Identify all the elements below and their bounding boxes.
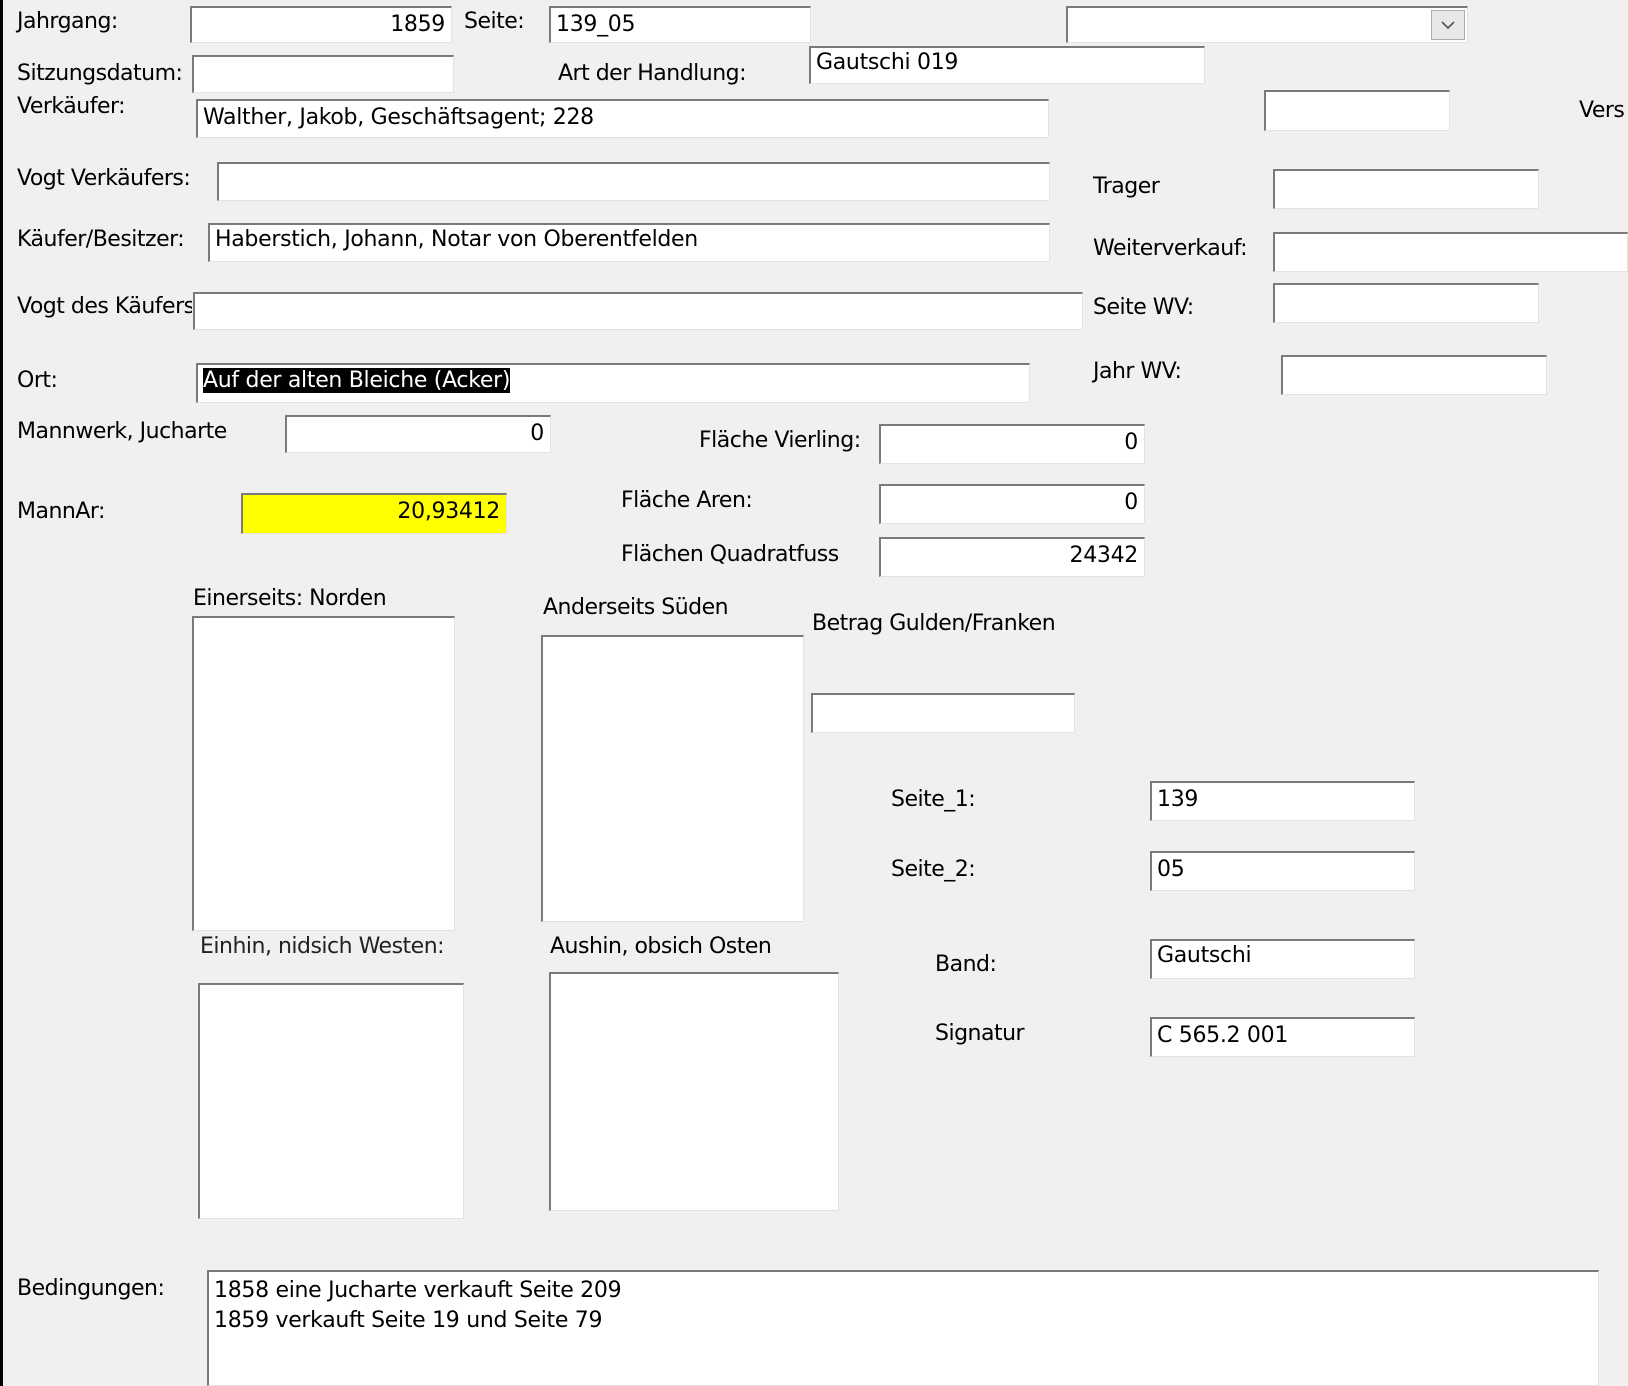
- jahr-wv-label: Jahr WV:: [1093, 359, 1182, 384]
- anderseits-sueden-label: Anderseits Süden: [543, 595, 729, 620]
- trager-field[interactable]: [1273, 169, 1539, 209]
- band-label: Band:: [935, 952, 997, 977]
- vogt-verkaeufers-field[interactable]: [217, 162, 1050, 201]
- vers-label: Vers: [1579, 98, 1625, 123]
- verkaeufer-field[interactable]: Walther, Jakob, Geschäftsagent; 228: [196, 99, 1049, 138]
- weiterverkauf-label: Weiterverkauf:: [1093, 236, 1248, 261]
- einerseits-norden-label: Einerseits: Norden: [193, 586, 387, 611]
- einerseits-norden-field[interactable]: [192, 616, 455, 931]
- seite-1-label: Seite_1:: [891, 787, 976, 812]
- kaeufer-besitzer-field[interactable]: Haberstich, Johann, Notar von Oberentfel…: [208, 223, 1050, 262]
- flaechen-quadratfuss-label: Flächen Quadratfuss: [621, 542, 839, 567]
- jahrgang-label: Jahrgang:: [17, 9, 118, 34]
- jahrgang-field[interactable]: 1859: [190, 6, 452, 43]
- flaeche-vierling-label: Fläche Vierling:: [699, 428, 861, 453]
- signatur-field[interactable]: C 565.2 001: [1150, 1017, 1415, 1057]
- vers-field[interactable]: [1264, 90, 1450, 131]
- einhin-westen-field[interactable]: [198, 983, 464, 1219]
- flaeche-aren-field[interactable]: 0: [879, 484, 1145, 524]
- seite-wv-label: Seite WV:: [1093, 295, 1194, 320]
- seite-1-field[interactable]: 139: [1150, 781, 1415, 821]
- vogt-des-kaeufers-label: Vogt des Käufers:: [17, 296, 192, 318]
- seite-2-field[interactable]: 05: [1150, 851, 1415, 891]
- bedingungen-field[interactable]: 1858 eine Jucharte verkauft Seite 209 18…: [207, 1270, 1599, 1386]
- sitzungsdatum-label: Sitzungsdatum:: [17, 61, 183, 86]
- seite-field[interactable]: 139_05: [549, 6, 811, 43]
- betrag-gulden-franken-label: Betrag Gulden/Franken: [812, 611, 1056, 636]
- ort-label: Ort:: [17, 368, 58, 393]
- jahr-wv-field[interactable]: [1281, 355, 1547, 395]
- window-left-border: [0, 0, 3, 1386]
- top-dropdown[interactable]: [1066, 6, 1468, 43]
- aushin-osten-field[interactable]: [549, 972, 839, 1211]
- betrag-gulden-franken-field[interactable]: [811, 693, 1075, 733]
- kaeufer-besitzer-label: Käufer/Besitzer:: [17, 227, 185, 252]
- chevron-down-icon: [1441, 21, 1455, 30]
- dropdown-button[interactable]: [1431, 10, 1465, 40]
- weiterverkauf-field[interactable]: [1273, 232, 1628, 272]
- anderseits-sueden-field[interactable]: [541, 635, 804, 922]
- ort-field[interactable]: Auf der alten Bleiche (Acker): [196, 363, 1030, 403]
- vogt-verkaeufers-label: Vogt Verkäufers:: [17, 166, 191, 191]
- bedingungen-label: Bedingungen:: [17, 1276, 165, 1301]
- art-der-handlung-field[interactable]: Gautschi 019: [809, 46, 1205, 84]
- seite-2-label: Seite_2:: [891, 857, 976, 882]
- mannwerk-jucharte-field[interactable]: 0: [285, 415, 551, 453]
- signatur-label: Signatur: [935, 1021, 1025, 1046]
- verkaeufer-label: Verkäufer:: [17, 94, 126, 119]
- flaeche-aren-label: Fläche Aren:: [621, 488, 753, 513]
- mannar-label: MannAr:: [17, 499, 105, 524]
- mannwerk-jucharte-label: Mannwerk, Jucharte: [17, 421, 227, 443]
- trager-label: Trager: [1093, 174, 1160, 199]
- vogt-des-kaeufers-field[interactable]: [193, 292, 1083, 330]
- aushin-osten-label: Aushin, obsich Osten: [550, 934, 772, 959]
- flaechen-quadratfuss-field[interactable]: 24342: [879, 537, 1145, 577]
- ort-selected-text: Auf der alten Bleiche (Acker): [203, 368, 511, 393]
- mannar-field[interactable]: 20,93412: [241, 493, 507, 534]
- flaeche-vierling-field[interactable]: 0: [879, 424, 1145, 464]
- seite-label: Seite:: [464, 9, 525, 34]
- seite-wv-field[interactable]: [1273, 283, 1539, 323]
- einhin-westen-label: Einhin, nidsich Westen:: [200, 934, 445, 959]
- art-der-handlung-label: Art der Handlung:: [558, 61, 747, 86]
- band-field[interactable]: Gautschi: [1150, 939, 1415, 979]
- sitzungsdatum-field[interactable]: [192, 55, 454, 93]
